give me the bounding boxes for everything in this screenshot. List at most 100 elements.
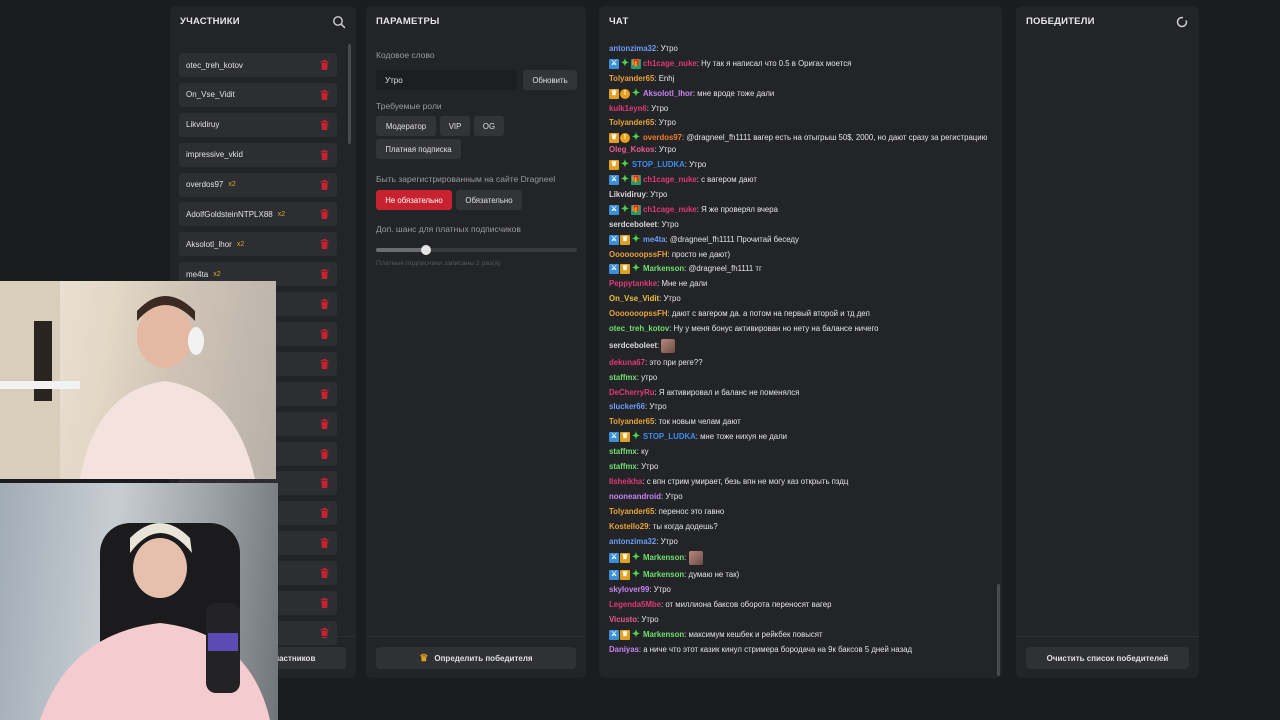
- chat-nickname[interactable]: kulk1eyn6: [609, 104, 647, 113]
- participant-row[interactable]: otec_treh_kotov: [179, 53, 337, 77]
- chat-nickname[interactable]: Markenson: [643, 553, 684, 562]
- chat-nickname[interactable]: Aksolotl_lhor: [643, 89, 693, 98]
- chat-nickname[interactable]: Tolyander65: [609, 417, 654, 426]
- chat-nickname[interactable]: nooneandroid: [609, 492, 661, 501]
- chat-nickname[interactable]: me4ta: [643, 235, 666, 244]
- trash-icon[interactable]: [320, 299, 329, 310]
- not-required-button[interactable]: Не обязательно: [376, 190, 452, 210]
- chat-text: Ну так я написал что 0.5 в Оригах моется: [701, 58, 852, 68]
- chat-nickname[interactable]: OoooooopssFH: [609, 309, 667, 318]
- chat-nickname[interactable]: staffmx: [609, 462, 637, 471]
- chat-nickname[interactable]: Markenson: [643, 570, 684, 579]
- chat-message: antonzima32: Утро: [609, 44, 994, 54]
- chat-nickname[interactable]: Kostello29: [609, 522, 648, 531]
- trash-icon[interactable]: [320, 329, 329, 340]
- required-button[interactable]: Обязательно: [456, 190, 522, 210]
- chat-nickname[interactable]: Tolyander65: [609, 74, 654, 83]
- crown-badge-icon: ♛: [620, 432, 630, 443]
- chat-nickname[interactable]: ch1cage_nuke: [643, 59, 697, 68]
- chat-nickname[interactable]: Markenson: [643, 630, 684, 639]
- chat-nickname[interactable]: On_Vse_Vidit: [609, 294, 659, 303]
- chat-message-body: staffmx: Утро: [609, 462, 658, 472]
- participants-button[interactable]: участников: [270, 647, 346, 669]
- trash-icon[interactable]: [320, 568, 329, 579]
- chat-message: kulk1eyn6: Утро: [609, 104, 994, 114]
- trash-icon[interactable]: [320, 508, 329, 519]
- chat-nickname[interactable]: Daniyas: [609, 645, 639, 654]
- trash-icon[interactable]: [320, 418, 329, 429]
- trash-icon[interactable]: [320, 60, 329, 70]
- chat-nickname[interactable]: overdos97: [643, 133, 682, 142]
- chat-message: antonzima32: Утро: [609, 537, 994, 547]
- trash-icon[interactable]: [320, 239, 329, 250]
- trash-icon[interactable]: [320, 598, 329, 609]
- trash-icon[interactable]: [320, 179, 329, 190]
- chat-nickname[interactable]: serdceboleet: [609, 341, 657, 350]
- chat-nickname[interactable]: OoooooopssFH: [609, 250, 667, 259]
- chat-nickname[interactable]: Peppytankke: [609, 279, 657, 288]
- chat-nickname[interactable]: Vicusto: [609, 615, 637, 624]
- chance-slider[interactable]: [376, 245, 577, 255]
- role-og-button[interactable]: OG: [474, 116, 504, 136]
- chat-nickname[interactable]: antonzima32: [609, 537, 656, 546]
- chat-nickname[interactable]: slucker66: [609, 402, 645, 411]
- chat-nickname[interactable]: ch1cage_nuke: [643, 205, 697, 214]
- chat-nickname[interactable]: dekuna67: [609, 358, 645, 367]
- participant-row[interactable]: Likvidiruy: [179, 112, 337, 137]
- participant-row[interactable]: AdolfGoldsteinNTPLX88 x2: [179, 202, 337, 227]
- chat-nickname[interactable]: Ilsheikha: [609, 477, 642, 486]
- participant-name: impressive_vkid: [186, 150, 243, 160]
- update-button[interactable]: Обновить: [523, 70, 577, 90]
- chat-nickname[interactable]: STOP_LUDKA: [632, 160, 685, 169]
- search-icon[interactable]: [332, 15, 346, 29]
- chat-nickname[interactable]: staffmx: [609, 447, 637, 456]
- pick-winner-button[interactable]: ♛ Определить победителя: [376, 647, 576, 669]
- chat-nickname[interactable]: staffmx: [609, 373, 637, 382]
- mod-badge-icon: ⚔: [609, 58, 619, 69]
- trash-icon[interactable]: [320, 448, 329, 459]
- chat-scrollbar[interactable]: [997, 584, 1000, 676]
- trash-icon[interactable]: [320, 119, 329, 130]
- trash-icon[interactable]: [320, 209, 329, 220]
- chat-nickname[interactable]: Likvidiruy: [609, 190, 646, 199]
- keyword-input[interactable]: Утро: [376, 70, 517, 90]
- chat-nickname[interactable]: antonzima32: [609, 44, 656, 53]
- pick-winner-label: Определить победителя: [434, 653, 533, 663]
- chat-nickname[interactable]: Oleg_Kokos: [609, 145, 655, 154]
- participant-row[interactable]: impressive_vkid: [179, 142, 337, 167]
- role-moderator-button[interactable]: Модератор: [376, 116, 436, 136]
- chance-slider-handle[interactable]: [421, 245, 432, 255]
- trash-icon[interactable]: [320, 538, 329, 549]
- role-paid-sub-button[interactable]: Платная подписка: [376, 139, 461, 159]
- chat-nickname[interactable]: Legenda5Mbe: [609, 600, 661, 609]
- participant-name: overdos97: [186, 180, 224, 190]
- chat-title: ЧАТ: [609, 16, 629, 27]
- chat-nickname[interactable]: Markenson: [643, 264, 684, 273]
- participant-row[interactable]: overdos97 x2: [179, 172, 337, 197]
- participant-row[interactable]: On_Vse_Vidit: [179, 82, 337, 107]
- chat-message-body: Likvidiruy: Утро: [609, 190, 667, 200]
- chat-nickname[interactable]: DeCherryRu: [609, 388, 655, 397]
- trash-icon[interactable]: [320, 149, 329, 160]
- chat-nickname[interactable]: Tolyander65: [609, 507, 654, 516]
- chat-nickname[interactable]: ch1cage_nuke: [643, 175, 697, 184]
- chat-nickname[interactable]: skylover99: [609, 585, 649, 594]
- clear-winners-button[interactable]: Очистить список победителей: [1026, 647, 1189, 669]
- role-moderator-label: Модератор: [385, 121, 427, 131]
- chat-nickname[interactable]: STOP_LUDKA: [643, 432, 696, 441]
- registered-label: Быть зарегистрированным на сайте Dragnee…: [376, 174, 556, 184]
- refresh-icon[interactable]: [1175, 15, 1189, 29]
- trash-icon[interactable]: [320, 388, 329, 399]
- chat-message: skylover99: Утро: [609, 585, 994, 595]
- chat-nickname[interactable]: otec_treh_kotov: [609, 324, 669, 333]
- chat-nickname[interactable]: Tolyander65: [609, 118, 654, 127]
- trash-icon[interactable]: [320, 478, 329, 489]
- participant-row[interactable]: Aksolotl_lhor x2: [179, 232, 337, 257]
- chat-nickname[interactable]: serdceboleet: [609, 220, 657, 229]
- role-vip-label: VIP: [448, 121, 462, 131]
- trash-icon[interactable]: [320, 269, 329, 280]
- participants-scrollbar[interactable]: [348, 44, 351, 144]
- trash-icon[interactable]: [320, 358, 329, 369]
- role-vip-button[interactable]: VIP: [440, 116, 470, 136]
- trash-icon[interactable]: [320, 89, 329, 100]
